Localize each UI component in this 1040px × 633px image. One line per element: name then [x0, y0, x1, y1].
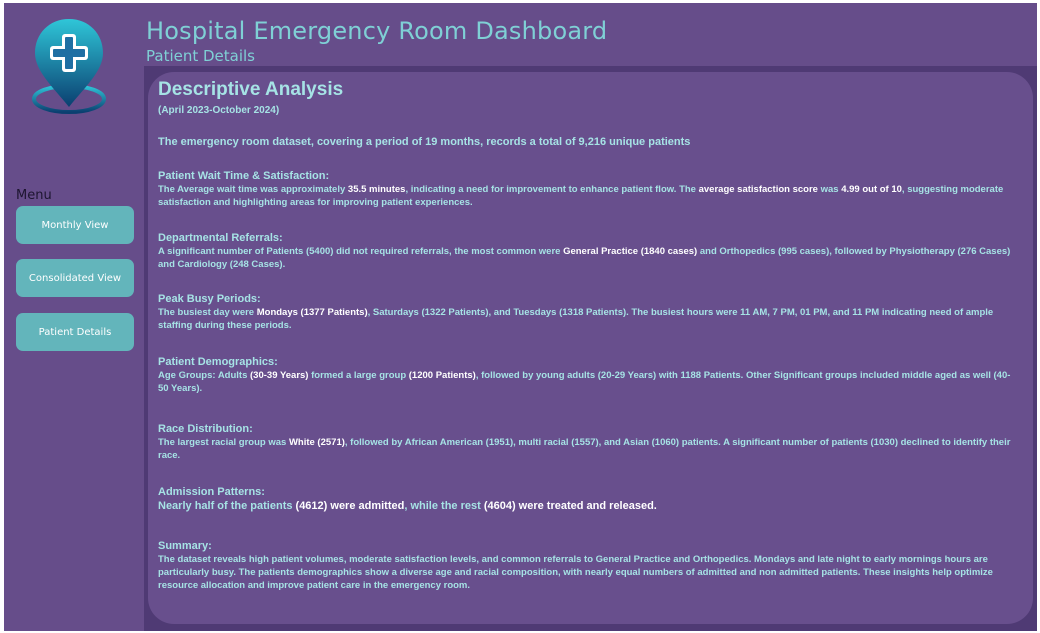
admission-text: Nearly half of the patients (4612) were …	[158, 500, 657, 512]
demographics-heading: Patient Demographics:	[158, 356, 278, 368]
wait-time-text: The Average wait time was approximately …	[158, 184, 1004, 208]
consolidated-view-button[interactable]: Consolidated View	[16, 259, 134, 297]
peak-periods-text: The busiest day were Mondays (1377 Patie…	[158, 307, 994, 331]
patient-details-button[interactable]: Patient Details	[16, 313, 134, 351]
referrals-text: A significant number of Patients (5400) …	[158, 246, 1011, 270]
analysis-content: Descriptive Analysis (April 2023-October…	[158, 77, 1018, 592]
demographics-text: Age Groups: Adults (30-39 Years) formed …	[158, 370, 1011, 394]
map-pin-medical-cross-icon	[32, 19, 106, 114]
demographics-section: Patient Demographics: Age Groups: Adults…	[158, 355, 1018, 395]
monthly-view-button[interactable]: Monthly View	[16, 206, 134, 244]
analysis-period: (April 2023-October 2024)	[158, 105, 280, 116]
race-heading: Race Distribution:	[158, 423, 253, 435]
admission-section: Admission Patterns: Nearly half of the p…	[158, 485, 1018, 514]
race-section: Race Distribution: The largest racial gr…	[158, 422, 1018, 462]
race-text: The largest racial group was White (2571…	[158, 437, 1011, 461]
page-title: Hospital Emergency Room Dashboard	[146, 17, 608, 45]
page-subtitle: Patient Details	[146, 47, 255, 65]
dashboard-frame: Menu Monthly View Consolidated View Pati…	[4, 3, 1037, 631]
referrals-heading: Departmental Referrals:	[158, 232, 283, 244]
summary-section: Summary: The dataset reveals high patien…	[158, 539, 1018, 592]
peak-periods-section: Peak Busy Periods: The busiest day were …	[158, 292, 1018, 332]
sidebar: Menu Monthly View Consolidated View Pati…	[4, 3, 144, 631]
admission-heading: Admission Patterns:	[158, 486, 265, 498]
summary-text: The dataset reveals high patient volumes…	[158, 554, 993, 591]
analysis-intro: The emergency room dataset, covering a p…	[158, 136, 691, 148]
analysis-title: Descriptive Analysis	[158, 79, 344, 100]
menu-label: Menu	[16, 188, 52, 203]
wait-time-section: Patient Wait Time & Satisfaction: The Av…	[158, 169, 1018, 209]
wait-time-heading: Patient Wait Time & Satisfaction:	[158, 170, 330, 182]
summary-heading: Summary:	[158, 540, 212, 552]
referrals-section: Departmental Referrals: A significant nu…	[158, 231, 1018, 271]
peak-periods-heading: Peak Busy Periods:	[158, 293, 261, 305]
page-header: Hospital Emergency Room Dashboard Patien…	[146, 17, 607, 65]
